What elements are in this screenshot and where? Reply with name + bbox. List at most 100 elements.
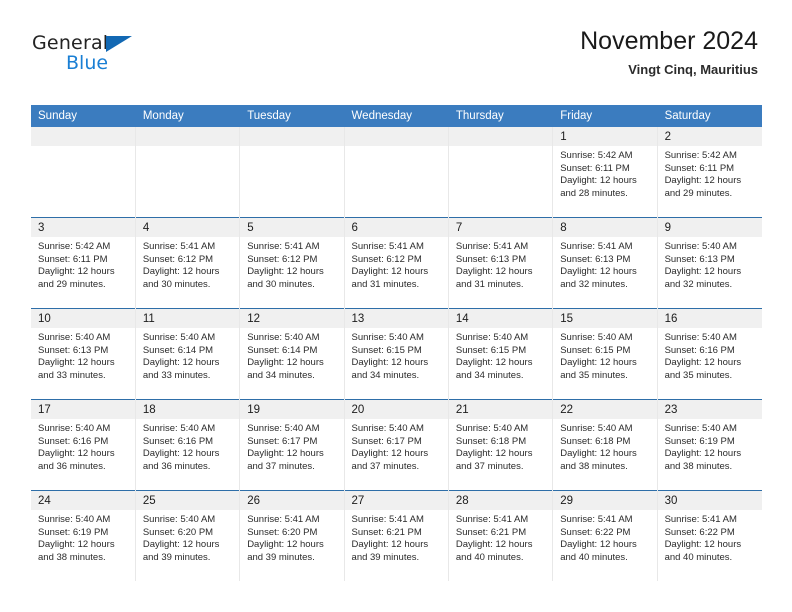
calendar-day-cell[interactable]: 11 Sunrise: 5:40 AM Sunset: 6:14 PM Dayligh… <box>135 308 241 400</box>
sunrise-text: Sunrise: 5:40 AM <box>455 332 529 343</box>
calendar-day-cell[interactable]: 20 Sunrise: 5:40 AM Sunset: 6:17 PM Dayligh… <box>344 399 449 491</box>
calendar-day-cell[interactable]: 19 Sunrise: 5:40 AM Sunset: 6:17 PM Dayligh… <box>239 399 345 491</box>
sunset-text: Sunset: 6:20 PM <box>247 526 318 538</box>
sunrise-text: Sunrise: 5:40 AM <box>351 423 424 434</box>
calendar-day-cell[interactable]: 24 Sunrise: 5:40 AM Sunset: 6:19 PM Dayligh… <box>31 490 136 581</box>
calendar-day-cell[interactable]: 27 Sunrise: 5:41 AM Sunset: 6:21 PM Dayligh… <box>344 490 449 581</box>
day-number: 27 <box>344 491 448 510</box>
daylight-text-line2: and 30 minutes. <box>142 278 211 290</box>
daylight-text-line2: and 37 minutes. <box>455 460 524 472</box>
calendar-day-cell[interactable]: 29 Sunrise: 5:41 AM Sunset: 6:22 PM Dayligh… <box>552 490 658 581</box>
day-cell-content: 24 Sunrise: 5:40 AM Sunset: 6:19 PM Dayligh… <box>31 491 135 581</box>
day-number: 10 <box>31 309 135 328</box>
sunset-text: Sunset: 6:13 PM <box>560 253 631 265</box>
sunrise-text: Sunrise: 5:40 AM <box>664 423 737 434</box>
calendar-day-cell[interactable]: 21 Sunrise: 5:40 AM Sunset: 6:18 PM Dayligh… <box>448 399 554 491</box>
calendar-day-cell[interactable]: 1 Sunrise: 5:42 AM Sunset: 6:11 PM Daylight… <box>552 127 658 218</box>
calendar-day-cell[interactable]: 28 Sunrise: 5:41 AM Sunset: 6:21 PM Dayligh… <box>448 490 554 581</box>
day-details: Sunrise: 5:41 AM Sunset: 6:12 PM Daylight:… <box>136 237 239 291</box>
day-cell-content: 12 Sunrise: 5:40 AM Sunset: 6:14 PM Dayligh… <box>240 309 344 399</box>
day-cell-content: 21 Sunrise: 5:40 AM Sunset: 6:18 PM Dayligh… <box>448 400 553 490</box>
day-cell-content: 30 Sunrise: 5:41 AM Sunset: 6:22 PM Dayligh… <box>657 491 762 581</box>
weekday-header-saturday: Saturday <box>657 105 763 127</box>
calendar-day-cell[interactable]: 26 Sunrise: 5:41 AM Sunset: 6:20 PM Dayligh… <box>239 490 345 581</box>
day-cell-content <box>448 127 553 217</box>
day-cell-content: 22 Sunrise: 5:40 AM Sunset: 6:18 PM Dayligh… <box>553 400 657 490</box>
calendar-day-cell[interactable]: 12 Sunrise: 5:40 AM Sunset: 6:14 PM Dayligh… <box>239 308 345 400</box>
calendar-day-cell[interactable]: 22 Sunrise: 5:40 AM Sunset: 6:18 PM Dayligh… <box>552 399 658 491</box>
day-cell-content: 13 Sunrise: 5:40 AM Sunset: 6:15 PM Dayligh… <box>344 309 448 399</box>
daylight-text-line1: Daylight: 12 hours <box>560 175 637 187</box>
day-details: Sunrise: 5:41 AM Sunset: 6:13 PM Daylight:… <box>553 237 656 291</box>
day-cell-content: 9 Sunrise: 5:40 AM Sunset: 6:13 PM Daylight… <box>657 218 762 308</box>
calendar-day-cell[interactable]: 15 Sunrise: 5:40 AM Sunset: 6:15 PM Dayligh… <box>552 308 658 400</box>
calendar-day-cell[interactable]: 2 Sunrise: 5:42 AM Sunset: 6:11 PM Daylight… <box>657 127 762 218</box>
calendar-day-cell[interactable]: 18 Sunrise: 5:40 AM Sunset: 6:16 PM Dayligh… <box>135 399 241 491</box>
daylight-text-line1: Daylight: 12 hours <box>142 266 220 278</box>
calendar-day-cell[interactable]: 5 Sunrise: 5:41 AM Sunset: 6:12 PM Daylight… <box>239 217 345 309</box>
daylight-text-line2: and 39 minutes. <box>142 551 211 563</box>
sunset-text: Sunset: 6:15 PM <box>560 344 631 356</box>
sunrise-text: Sunrise: 5:40 AM <box>142 423 216 434</box>
general-blue-logo[interactable]: General Blue <box>32 32 212 78</box>
daylight-text-line1: Daylight: 12 hours <box>455 357 533 369</box>
day-details: Sunrise: 5:41 AM Sunset: 6:22 PM Daylight:… <box>553 510 656 564</box>
calendar-day-cell[interactable]: 16 Sunrise: 5:40 AM Sunset: 6:16 PM Dayligh… <box>657 308 762 400</box>
daylight-text-line2: and 39 minutes. <box>351 551 420 563</box>
calendar-day-cell[interactable]: 17 Sunrise: 5:40 AM Sunset: 6:16 PM Dayligh… <box>31 399 136 491</box>
sunset-text: Sunset: 6:14 PM <box>142 344 214 356</box>
daylight-text-line2: and 33 minutes. <box>142 369 211 381</box>
day-details: Sunrise: 5:40 AM Sunset: 6:13 PM Daylight:… <box>658 237 762 291</box>
calendar-day-cell[interactable]: 14 Sunrise: 5:40 AM Sunset: 6:15 PM Dayligh… <box>448 308 554 400</box>
day-number: 18 <box>135 400 240 419</box>
calendar-body: 1 Sunrise: 5:42 AM Sunset: 6:11 PM Daylight… <box>31 127 762 581</box>
sunset-text: Sunset: 6:12 PM <box>247 253 318 265</box>
calendar-day-cell[interactable]: 7 Sunrise: 5:41 AM Sunset: 6:13 PM Daylight… <box>448 217 554 309</box>
sunset-text: Sunset: 6:19 PM <box>38 526 109 538</box>
calendar-day-cell[interactable]: 6 Sunrise: 5:41 AM Sunset: 6:12 PM Daylight… <box>344 217 449 309</box>
calendar-day-cell[interactable] <box>448 127 554 218</box>
daylight-text-line1: Daylight: 12 hours <box>38 357 115 369</box>
sunrise-text: Sunrise: 5:41 AM <box>142 241 216 252</box>
sunset-text: Sunset: 6:18 PM <box>455 435 527 447</box>
calendar-day-cell[interactable]: 10 Sunrise: 5:40 AM Sunset: 6:13 PM Dayligh… <box>31 308 136 400</box>
sunset-text: Sunset: 6:15 PM <box>351 344 422 356</box>
calendar-day-cell[interactable] <box>135 127 241 218</box>
calendar-day-cell[interactable] <box>344 127 449 218</box>
day-cell-content: 20 Sunrise: 5:40 AM Sunset: 6:17 PM Dayligh… <box>344 400 448 490</box>
day-number: 1 <box>553 127 657 146</box>
weekday-header-friday: Friday <box>552 105 658 127</box>
calendar-day-cell[interactable]: 25 Sunrise: 5:40 AM Sunset: 6:20 PM Dayligh… <box>135 490 241 581</box>
logo-text-general: General <box>32 32 109 54</box>
day-cell-content: 15 Sunrise: 5:40 AM Sunset: 6:15 PM Dayligh… <box>553 309 657 399</box>
sunset-text: Sunset: 6:19 PM <box>664 435 735 447</box>
day-details: Sunrise: 5:40 AM Sunset: 6:16 PM Daylight:… <box>658 328 762 382</box>
day-number <box>344 127 448 146</box>
calendar-day-cell[interactable] <box>239 127 345 218</box>
daylight-text-line2: and 34 minutes. <box>351 369 420 381</box>
sunset-text: Sunset: 6:13 PM <box>664 253 735 265</box>
calendar-day-cell[interactable]: 8 Sunrise: 5:41 AM Sunset: 6:13 PM Daylight… <box>552 217 658 309</box>
calendar-day-cell[interactable] <box>31 127 136 218</box>
daylight-text-line2: and 34 minutes. <box>455 369 524 381</box>
sunrise-text: Sunrise: 5:41 AM <box>664 514 737 525</box>
daylight-text-line2: and 31 minutes. <box>455 278 524 290</box>
calendar-day-cell[interactable]: 4 Sunrise: 5:41 AM Sunset: 6:12 PM Daylight… <box>135 217 241 309</box>
day-details: Sunrise: 5:40 AM Sunset: 6:16 PM Daylight:… <box>136 419 239 473</box>
day-number: 7 <box>448 218 553 237</box>
calendar-week-row: 1 Sunrise: 5:42 AM Sunset: 6:11 PM Daylight… <box>31 127 762 218</box>
sunrise-text: Sunrise: 5:40 AM <box>560 423 633 434</box>
calendar-day-cell[interactable]: 13 Sunrise: 5:40 AM Sunset: 6:15 PM Dayligh… <box>344 308 449 400</box>
day-cell-content: 7 Sunrise: 5:41 AM Sunset: 6:13 PM Daylight… <box>448 218 553 308</box>
calendar-day-cell[interactable]: 23 Sunrise: 5:40 AM Sunset: 6:19 PM Dayligh… <box>657 399 762 491</box>
day-details: Sunrise: 5:40 AM Sunset: 6:14 PM Daylight:… <box>240 328 343 382</box>
calendar-day-cell[interactable]: 3 Sunrise: 5:42 AM Sunset: 6:11 PM Daylight… <box>31 217 136 309</box>
weekday-header-thursday: Thursday <box>448 105 554 127</box>
day-details: Sunrise: 5:40 AM Sunset: 6:20 PM Daylight:… <box>136 510 239 564</box>
calendar-day-cell[interactable]: 30 Sunrise: 5:41 AM Sunset: 6:22 PM Dayligh… <box>657 490 762 581</box>
calendar-day-cell[interactable]: 9 Sunrise: 5:40 AM Sunset: 6:13 PM Daylight… <box>657 217 762 309</box>
sunrise-text: Sunrise: 5:41 AM <box>247 514 320 525</box>
sunrise-text: Sunrise: 5:41 AM <box>455 514 529 525</box>
sunrise-text: Sunrise: 5:41 AM <box>560 514 633 525</box>
day-number: 5 <box>240 218 344 237</box>
